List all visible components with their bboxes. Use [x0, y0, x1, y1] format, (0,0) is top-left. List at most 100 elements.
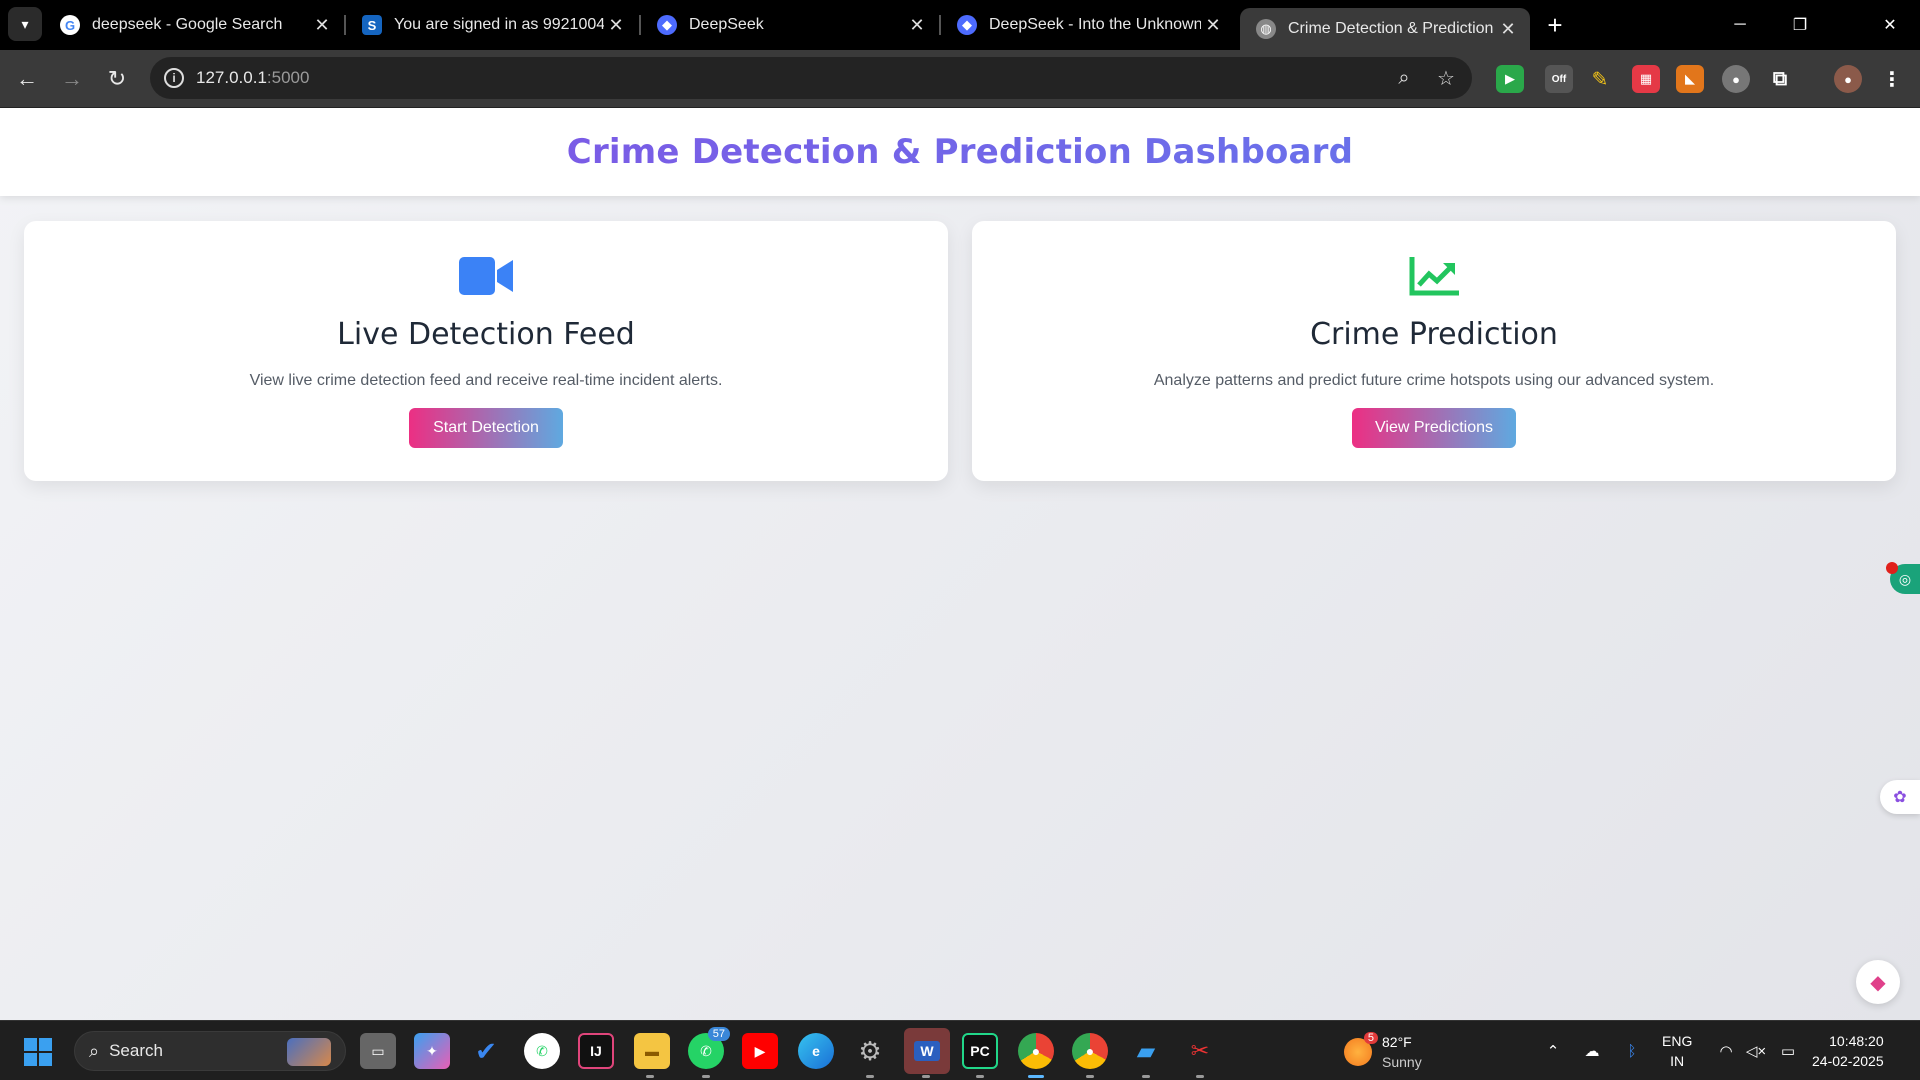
minimize-icon: ─ — [1734, 16, 1746, 33]
search-icon: ⌕ — [89, 1040, 100, 1061]
edge-icon[interactable]: e — [798, 1033, 834, 1069]
notification-dot — [1886, 562, 1898, 574]
snipping-tool-icon[interactable]: ✂ — [1182, 1033, 1218, 1069]
extension-off-label: Off — [1551, 73, 1567, 85]
arrow-right-icon: → — [61, 66, 83, 91]
address-bar[interactable]: i 127.0.0.1:5000 ⌕ ☆ — [150, 57, 1472, 99]
close-window-button[interactable]: ✕ — [1860, 0, 1920, 50]
windows-start-icon[interactable] — [24, 1038, 52, 1066]
remote-desktop-icon[interactable]: ▰ — [1128, 1033, 1164, 1069]
page-viewport: Crime Detection & Prediction Dashboard L… — [0, 108, 1920, 1020]
close-icon[interactable]: ✕ — [604, 13, 628, 37]
start-detection-button[interactable]: Start Detection — [409, 408, 563, 448]
region-code: IN — [1670, 1053, 1685, 1069]
site-info-icon[interactable]: i — [164, 68, 184, 88]
puzzle-extensions-icon[interactable]: ⧉ — [1766, 65, 1794, 93]
chrome-profile-icon[interactable]: ● — [1072, 1033, 1108, 1069]
url-port: :5000 — [266, 68, 310, 87]
youtube-icon[interactable]: ▶ — [742, 1033, 778, 1069]
running-indicator-active — [1028, 1075, 1044, 1078]
crime-prediction-card: Crime Prediction Analyze patterns and pr… — [972, 221, 1896, 481]
search-highlight-icon — [287, 1038, 331, 1066]
onedrive-cloud-icon[interactable]: ☁ — [1580, 1039, 1604, 1063]
extension-video-icon[interactable]: ▶ — [1496, 65, 1524, 93]
tab-signed-in[interactable]: S You are signed in as 992100417 ✕ — [346, 0, 638, 50]
tab-google-search[interactable]: G deepseek - Google Search ✕ — [44, 0, 344, 50]
bluetooth-icon[interactable]: ᛒ — [1620, 1039, 1644, 1063]
zoom-icon[interactable]: ⌕ — [1392, 66, 1416, 90]
file-explorer-icon[interactable]: ▬ — [634, 1033, 670, 1069]
extension-off-icon[interactable]: Off — [1545, 65, 1573, 93]
weather-widget[interactable]: 5 82°F Sunny — [1344, 1031, 1422, 1073]
browser-menu-icon[interactable]: ⋮ — [1878, 65, 1906, 93]
running-indicator — [646, 1075, 654, 1078]
whatsapp-business-icon[interactable]: ✆ 57 — [688, 1027, 730, 1069]
close-icon[interactable]: ✕ — [310, 13, 334, 37]
settings-gear-icon[interactable]: ⚙ — [852, 1033, 888, 1069]
metamask-fox-icon[interactable]: ◣ — [1676, 65, 1704, 93]
new-tab-button[interactable]: + — [1540, 10, 1570, 40]
close-icon[interactable]: ✕ — [905, 13, 929, 37]
live-detection-card: Live Detection Feed View live crime dete… — [24, 221, 948, 481]
restore-button[interactable]: ❐ — [1770, 0, 1830, 50]
extension-red-icon[interactable]: ▦ — [1632, 65, 1660, 93]
tab-title: You are signed in as 992100417 — [394, 16, 604, 33]
word-icon[interactable]: W — [904, 1028, 950, 1074]
close-icon[interactable]: ✕ — [1201, 13, 1225, 37]
running-indicator — [922, 1075, 930, 1078]
reload-button[interactable]: ↻ — [100, 62, 134, 96]
bookmark-star-icon[interactable]: ☆ — [1434, 66, 1458, 90]
system-clock[interactable]: 10:48:20 24-02-2025 — [1812, 1031, 1884, 1071]
card-title: Live Detection Feed — [337, 317, 635, 352]
weather-temp: 82°F — [1382, 1034, 1412, 1050]
notification-badge: 57 — [707, 1027, 730, 1041]
intellij-icon[interactable]: IJ — [578, 1033, 614, 1069]
chart-line-icon — [972, 257, 1896, 297]
s-icon: S — [362, 15, 382, 35]
task-view-icon[interactable]: ▭ — [360, 1033, 396, 1069]
floating-assistant-icon[interactable]: ◆ — [1856, 960, 1900, 1004]
tab-search-button[interactable]: ▾ — [8, 7, 42, 41]
taskbar-search[interactable]: ⌕ Search — [74, 1031, 346, 1071]
close-icon[interactable]: ✕ — [1496, 17, 1520, 41]
google-icon: G — [60, 15, 80, 35]
card-description: Analyze patterns and predict future crim… — [1153, 372, 1715, 389]
whatsapp-icon[interactable]: ✆ — [524, 1033, 560, 1069]
battery-icon[interactable]: ▭ — [1776, 1039, 1800, 1063]
tab-deepseek-unknown[interactable]: ◆ DeepSeek - Into the Unknown ✕ — [941, 0, 1235, 50]
view-predictions-button[interactable]: View Predictions — [1352, 408, 1516, 448]
forward-button[interactable]: → — [55, 62, 89, 96]
arrow-left-icon: ← — [16, 66, 38, 91]
windows-taskbar: ⌕ Search ▭ ✦ ✔ ✆ IJ ▬ ✆ 57 ▶ e ⚙ W PC ● ●… — [0, 1020, 1920, 1080]
tab-strip: ▾ G deepseek - Google Search ✕ S You are… — [0, 0, 1920, 50]
running-indicator — [976, 1075, 984, 1078]
extension-grey-icon[interactable]: ● — [1722, 65, 1750, 93]
tab-title: Crime Detection & Prediction D — [1288, 20, 1496, 37]
copilot-icon[interactable]: ✦ — [414, 1033, 450, 1069]
volume-muted-icon[interactable]: ◁× — [1744, 1039, 1768, 1063]
pycharm-icon[interactable]: PC — [962, 1033, 998, 1069]
tab-title: DeepSeek - Into the Unknown — [989, 16, 1201, 33]
profile-avatar[interactable]: ● — [1834, 65, 1862, 93]
back-button[interactable]: ← — [10, 62, 44, 96]
todo-check-icon[interactable]: ✔ — [468, 1033, 504, 1069]
wifi-icon[interactable]: ◠ — [1714, 1039, 1738, 1063]
deepseek-whale-icon: ◆ — [957, 15, 977, 35]
side-widget-brain-icon[interactable]: ✿ — [1880, 780, 1920, 814]
card-description: View live crime detection feed and recei… — [249, 372, 723, 389]
reload-icon: ↻ — [107, 66, 127, 91]
running-indicator — [866, 1075, 874, 1078]
highlighter-icon[interactable]: ✎ — [1586, 65, 1614, 93]
url-host: 127.0.0.1 — [196, 68, 267, 87]
restore-icon: ❐ — [1792, 17, 1808, 34]
chrome-icon[interactable]: ● — [1018, 1033, 1054, 1069]
tab-deepseek[interactable]: ◆ DeepSeek ✕ — [641, 0, 939, 50]
language-indicator[interactable]: ENG IN — [1662, 1031, 1692, 1071]
tab-crime-dashboard[interactable]: ◍ Crime Detection & Prediction D ✕ — [1240, 8, 1530, 50]
dashboard-header: Crime Detection & Prediction Dashboard — [0, 108, 1920, 196]
weather-condition: Sunny — [1382, 1054, 1422, 1070]
chevron-up-icon[interactable]: ⌃ — [1541, 1039, 1565, 1063]
minimize-button[interactable]: ─ — [1710, 0, 1770, 50]
url-text[interactable]: 127.0.0.1:5000 — [196, 68, 309, 88]
close-icon: ✕ — [1883, 17, 1897, 34]
